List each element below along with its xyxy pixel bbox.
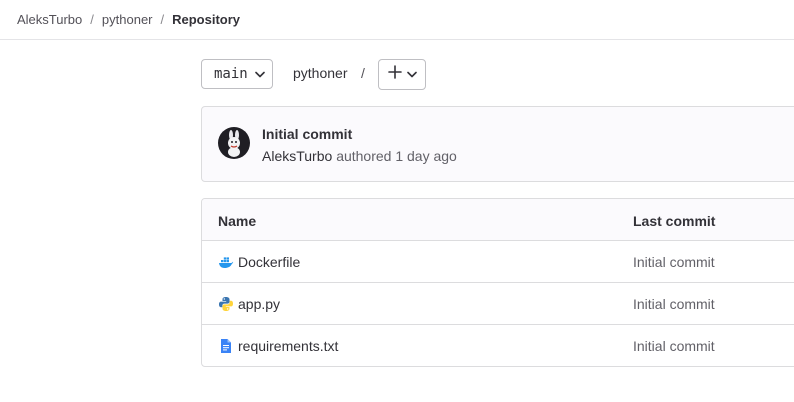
breadcrumb-project-link[interactable]: pythoner xyxy=(102,12,153,27)
table-header: Name Last commit xyxy=(202,199,794,241)
table-row[interactable]: Dockerfile Initial commit xyxy=(202,241,794,283)
breadcrumb-separator: / xyxy=(90,12,94,27)
docker-icon xyxy=(218,254,234,270)
repository-path-link[interactable]: pythoner xyxy=(293,65,347,81)
branch-selector-button[interactable]: main xyxy=(201,59,273,89)
path-separator: / xyxy=(361,65,365,81)
avatar[interactable] xyxy=(218,127,250,159)
plus-icon xyxy=(388,65,402,84)
breadcrumb-current[interactable]: Repository xyxy=(172,12,240,27)
file-last-commit-link[interactable]: Initial commit xyxy=(633,296,715,312)
breadcrumb: AleksTurbo / pythoner / Repository xyxy=(0,0,794,40)
text-file-icon xyxy=(218,338,234,354)
column-header-name: Name xyxy=(218,213,257,229)
table-row[interactable]: app.py Initial commit xyxy=(202,283,794,325)
breadcrumb-user-link[interactable]: AleksTurbo xyxy=(17,12,82,27)
chevron-down-icon xyxy=(407,71,417,78)
commit-meta: AleksTurbo authored 1 day ago xyxy=(262,148,457,164)
add-to-tree-button[interactable] xyxy=(378,59,426,90)
branch-name: main xyxy=(214,66,248,82)
commit-author-link[interactable]: AleksTurbo xyxy=(262,148,332,164)
chevron-down-icon xyxy=(254,71,265,78)
commit-title-link[interactable]: Initial commit xyxy=(262,126,352,142)
commit-authored-time: authored 1 day ago xyxy=(336,148,457,164)
breadcrumb-separator: / xyxy=(160,12,165,27)
file-tree-table: Name Last commit Dockerfile Initial comm… xyxy=(201,198,794,367)
file-last-commit-link[interactable]: Initial commit xyxy=(633,338,715,354)
last-commit-panel: Initial commit AleksTurbo authored 1 day… xyxy=(201,106,794,182)
column-header-last-commit: Last commit xyxy=(633,213,716,229)
file-name-link[interactable]: app.py xyxy=(238,296,280,312)
table-row[interactable]: requirements.txt Initial commit xyxy=(202,325,794,366)
python-icon xyxy=(218,296,234,312)
file-last-commit-link[interactable]: Initial commit xyxy=(633,254,715,270)
file-name-link[interactable]: Dockerfile xyxy=(238,254,300,270)
file-name-link[interactable]: requirements.txt xyxy=(238,338,338,354)
